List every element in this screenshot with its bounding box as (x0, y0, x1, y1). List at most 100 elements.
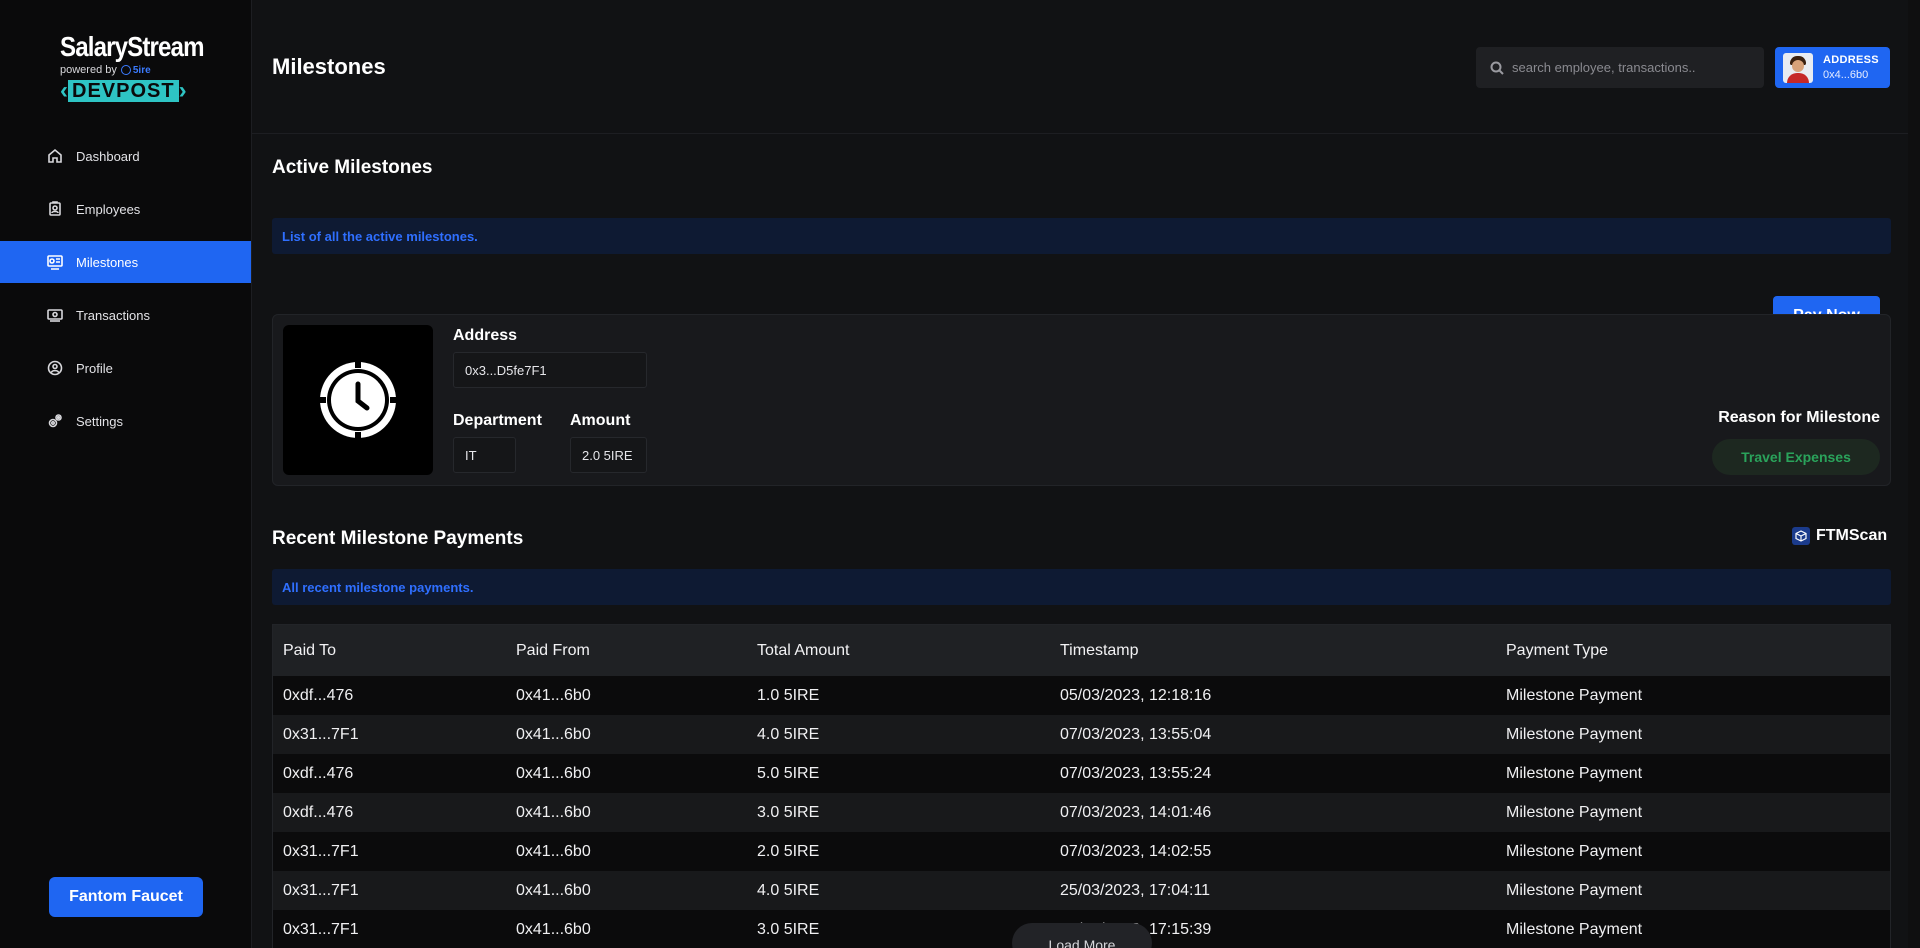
sidebar-item-label: Transactions (76, 307, 150, 323)
sidebar-item-transactions[interactable]: Transactions (0, 294, 251, 336)
brand-name: SalaryStream (60, 31, 204, 62)
sidebar-item-label: Milestones (76, 254, 139, 270)
cell-paid-to: 0xdf...476 (283, 686, 354, 704)
devpost-word: DEVPOST (68, 80, 179, 102)
wallet-address-button[interactable]: ADDRESS 0x4...6b0 (1775, 47, 1890, 88)
cell-payment-type: Milestone Payment (1506, 881, 1643, 899)
sidebar-item-label: Employees (76, 201, 141, 217)
cell-paid-from: 0x41...6b0 (516, 725, 591, 743)
cell-payment-type: Milestone Payment (1506, 764, 1643, 782)
sidebar-item-employees[interactable]: Employees (0, 188, 251, 230)
cell-payment-type: Milestone Payment (1506, 725, 1643, 743)
powered-by: powered by 5ire (60, 64, 195, 76)
payments-table: Paid To Paid From Total Amount Timestamp… (272, 624, 1891, 948)
address-label: Address (453, 327, 518, 344)
table-row[interactable]: 0x31...7F1 0x41...6b0 4.0 5IRE 25/03/202… (273, 871, 1890, 910)
table-row[interactable]: 0xdf...476 0x41...6b0 5.0 5IRE 07/03/202… (273, 754, 1890, 793)
column-header-payment-type: Payment Type (1506, 641, 1608, 659)
cell-timestamp: 07/03/2023, 14:01:46 (1060, 803, 1212, 821)
clock-icon (318, 360, 398, 440)
cell-paid-from: 0x41...6b0 (516, 881, 591, 899)
milestone-card: Address 0x3...D5fe7F1 Department IT Amou… (272, 314, 1891, 486)
ftmscan-cube-icon (1792, 527, 1810, 545)
sidebar-item-profile[interactable]: Profile (0, 347, 251, 389)
ftmscan-link[interactable]: FTMScan (1792, 527, 1887, 545)
sidebar-nav: Dashboard Employees Milestones Transacti… (0, 135, 251, 453)
cell-total-amount: 4.0 5IRE (757, 725, 820, 743)
right-bracket-icon: › (178, 77, 187, 104)
fantom-faucet-button[interactable]: Fantom Faucet (49, 877, 203, 917)
column-header-total-amount: Total Amount (757, 641, 850, 659)
wallet-address: ADDRESS 0x4...6b0 (1823, 54, 1879, 81)
cell-timestamp: 05/03/2023, 12:18:16 (1060, 686, 1212, 704)
transactions-icon (47, 307, 63, 323)
cell-paid-from: 0x41...6b0 (516, 764, 591, 782)
brand-logo[interactable]: SalaryStream powered by 5ire ‹ DEVPOST › (60, 31, 204, 112)
table-row[interactable]: 0xdf...476 0x41...6b0 1.0 5IRE 05/03/202… (273, 676, 1890, 715)
cell-paid-from: 0x41...6b0 (516, 686, 591, 704)
home-icon (47, 148, 63, 164)
settings-icon (47, 413, 63, 429)
partner-logo: 5ire (120, 64, 151, 76)
wallet-address-label: ADDRESS (1823, 54, 1879, 66)
cell-paid-from: 0x41...6b0 (516, 803, 591, 821)
avatar (1783, 52, 1813, 83)
sidebar-item-milestones[interactable]: Milestones (0, 241, 251, 283)
milestone-department: IT (453, 437, 516, 473)
table-row[interactable]: 0xdf...476 0x41...6b0 3.0 5IRE 07/03/202… (273, 793, 1890, 832)
cell-total-amount: 4.0 5IRE (757, 881, 820, 899)
search-input[interactable] (1512, 60, 1752, 75)
employees-icon (47, 201, 63, 217)
amount-label: Amount (570, 412, 631, 429)
table-row[interactable]: 0x31...7F1 0x41...6b0 2.0 5IRE 07/03/202… (273, 832, 1890, 871)
app-root: SalaryStream powered by 5ire ‹ DEVPOST ›… (0, 0, 1920, 948)
left-bracket-icon: ‹ (60, 77, 68, 104)
load-more-button[interactable]: Load More (1012, 923, 1152, 948)
cell-payment-type: Milestone Payment (1506, 920, 1643, 938)
milestone-thumbnail (283, 325, 433, 475)
cell-total-amount: 3.0 5IRE (757, 803, 820, 821)
cell-timestamp: 25/03/2023, 17:04:11 (1060, 881, 1211, 899)
column-header-timestamp: Timestamp (1060, 641, 1139, 659)
cell-total-amount: 1.0 5IRE (757, 686, 820, 704)
cell-timestamp: 07/03/2023, 13:55:24 (1060, 764, 1212, 782)
cell-total-amount: 5.0 5IRE (757, 764, 820, 782)
search-bar[interactable] (1476, 47, 1764, 88)
cell-paid-from: 0x41...6b0 (516, 920, 591, 938)
sidebar-item-dashboard[interactable]: Dashboard (0, 135, 251, 177)
cell-paid-to: 0xdf...476 (283, 803, 354, 821)
recent-payments-title: Recent Milestone Payments (272, 528, 524, 549)
cell-paid-to: 0x31...7F1 (283, 725, 359, 743)
table-header-row: Paid To Paid From Total Amount Timestamp… (273, 625, 1890, 676)
sidebar-item-settings[interactable]: Settings (0, 400, 251, 442)
top-header: Milestones ADDRESS 0x4...6b0 (252, 0, 1920, 134)
milestone-amount: 2.0 5IRE (570, 437, 647, 473)
page-scrollbar[interactable] (1908, 0, 1920, 948)
partner-name: 5ire (132, 64, 151, 76)
powered-by-label: powered by (60, 64, 117, 76)
page-title: Milestones (272, 54, 386, 79)
cell-timestamp: 07/03/2023, 14:02:55 (1060, 842, 1212, 860)
recent-payments-info: All recent milestone payments. (272, 569, 1891, 605)
reason-label: Reason for Milestone (1718, 409, 1880, 426)
cell-payment-type: Milestone Payment (1506, 686, 1643, 704)
cell-timestamp: 07/03/2023, 13:55:04 (1060, 725, 1212, 743)
wallet-address-value: 0x4...6b0 (1823, 69, 1869, 81)
cell-paid-to: 0x31...7F1 (283, 920, 359, 938)
cell-paid-to: 0x31...7F1 (283, 842, 359, 860)
cell-paid-to: 0x31...7F1 (283, 881, 359, 899)
active-milestones-title: Active Milestones (272, 157, 433, 178)
department-label: Department (453, 412, 542, 429)
sidebar: SalaryStream powered by 5ire ‹ DEVPOST ›… (0, 0, 252, 948)
cell-total-amount: 3.0 5IRE (757, 920, 820, 938)
milestones-icon (47, 254, 63, 270)
table-row[interactable]: 0x31...7F1 0x41...6b0 4.0 5IRE 07/03/202… (273, 715, 1890, 754)
cell-payment-type: Milestone Payment (1506, 803, 1643, 821)
column-header-paid-from: Paid From (516, 641, 590, 659)
search-icon (1490, 61, 1504, 75)
profile-icon (47, 360, 63, 376)
cell-total-amount: 2.0 5IRE (757, 842, 820, 860)
sidebar-item-label: Profile (76, 360, 113, 376)
ftmscan-label: FTMScan (1816, 527, 1888, 544)
cell-payment-type: Milestone Payment (1506, 842, 1643, 860)
